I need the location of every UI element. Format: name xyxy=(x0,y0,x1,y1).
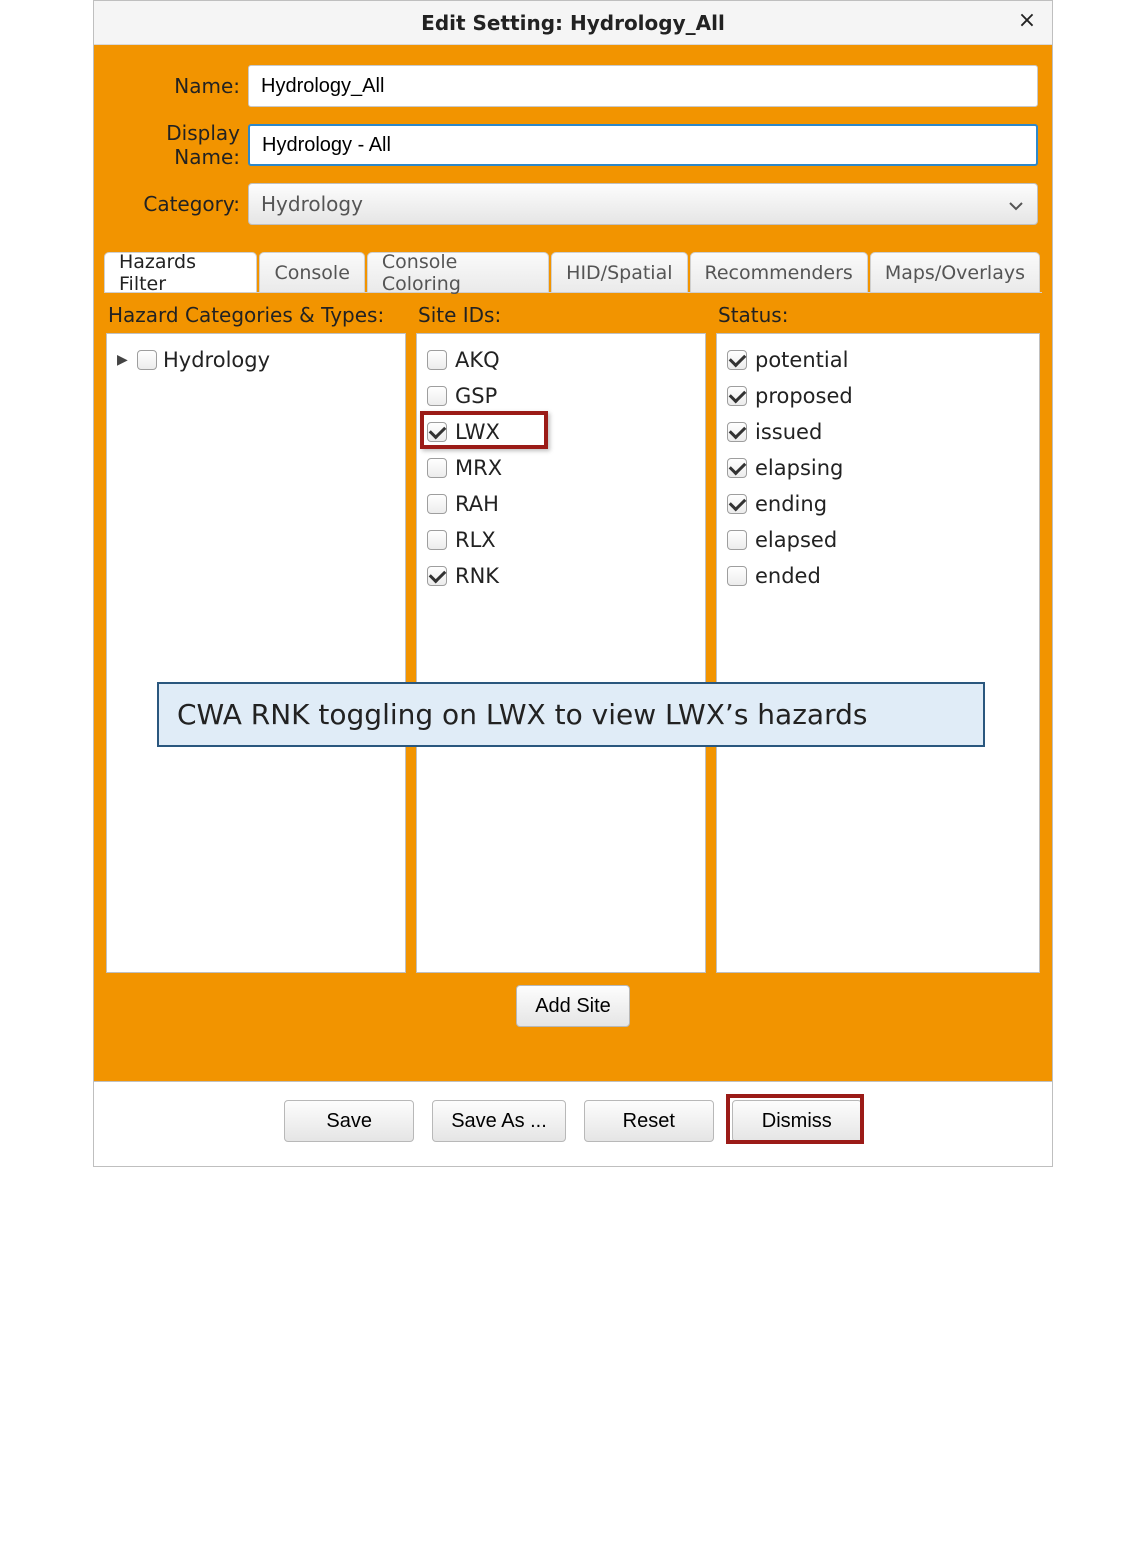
site-id-item[interactable]: RNK xyxy=(427,558,695,594)
status-item[interactable]: proposed xyxy=(727,378,1029,414)
name-input[interactable] xyxy=(248,65,1038,107)
site-id-checkbox[interactable] xyxy=(427,350,447,370)
status-label: proposed xyxy=(755,384,853,408)
site-id-item[interactable]: AKQ xyxy=(427,342,695,378)
add-site-button[interactable]: Add Site xyxy=(516,985,630,1027)
hazard-tree-item[interactable]: ▶ Hydrology xyxy=(117,342,395,378)
category-label: Category: xyxy=(108,192,248,216)
site-id-label: RNK xyxy=(455,564,499,588)
status-checkbox[interactable] xyxy=(727,530,747,550)
site-id-checkbox[interactable] xyxy=(427,458,447,478)
site-id-checkbox[interactable] xyxy=(427,494,447,514)
close-icon[interactable]: × xyxy=(1012,5,1042,35)
display-name-input[interactable] xyxy=(248,124,1038,166)
status-checkbox[interactable] xyxy=(727,422,747,442)
status-checkbox[interactable] xyxy=(727,566,747,586)
category-select[interactable]: Hydrology xyxy=(248,183,1038,225)
save-as-button[interactable]: Save As ... xyxy=(432,1100,566,1142)
status-item[interactable]: potential xyxy=(727,342,1029,378)
status-item[interactable]: ended xyxy=(727,558,1029,594)
site-ids-header: Site IDs: xyxy=(416,299,706,333)
site-id-label: GSP xyxy=(455,384,497,408)
expand-icon[interactable]: ▶ xyxy=(117,352,131,368)
status-checkbox[interactable] xyxy=(727,386,747,406)
hazards-filter-page: Hazard Categories & Types: ▶ Hydrology CW… xyxy=(104,293,1042,1071)
status-item[interactable]: issued xyxy=(727,414,1029,450)
status-list[interactable]: potential proposed issued elapsing ending ela… xyxy=(716,333,1040,973)
tab-hid-spatial[interactable]: HID/Spatial xyxy=(551,252,687,292)
tab-maps-overlays[interactable]: Maps/Overlays xyxy=(870,252,1040,292)
status-item[interactable]: elapsed xyxy=(727,522,1029,558)
name-label: Name: xyxy=(108,74,248,98)
display-name-label: Display Name: xyxy=(108,121,248,169)
site-id-item[interactable]: MRX xyxy=(427,450,695,486)
status-label: potential xyxy=(755,348,848,372)
hazard-types-list[interactable]: ▶Hydrology CWA RNK toggling on LWX to vi… xyxy=(106,333,406,973)
dialog-button-bar: Save Save As ... Reset Dismiss xyxy=(94,1081,1052,1166)
site-id-label: RLX xyxy=(455,528,496,552)
form-area: Name: Display Name: Category: Hydrology xyxy=(104,55,1042,253)
hazard-checkbox[interactable] xyxy=(137,350,157,370)
site-id-label: LWX xyxy=(455,420,500,444)
site-ids-list[interactable]: AKQ GSP LWX MRX RAH RLX RNK xyxy=(416,333,706,973)
tab-console-coloring[interactable]: Console Coloring xyxy=(367,252,549,292)
status-item[interactable]: ending xyxy=(727,486,1029,522)
status-item[interactable]: elapsing xyxy=(727,450,1029,486)
save-button[interactable]: Save xyxy=(284,1100,414,1142)
site-id-label: AKQ xyxy=(455,348,500,372)
status-column: Status: potential proposed issued elapsing e… xyxy=(716,299,1040,973)
hazard-label: Hydrology xyxy=(163,348,270,372)
status-label: issued xyxy=(755,420,822,444)
site-id-item[interactable]: GSP xyxy=(427,378,695,414)
status-label: ended xyxy=(755,564,821,588)
edit-setting-window: Edit Setting: Hydrology_All × Name: Disp… xyxy=(93,0,1053,1167)
site-id-checkbox[interactable] xyxy=(427,530,447,550)
tab-hazards-filter[interactable]: Hazards Filter xyxy=(104,252,257,292)
tab-recommenders[interactable]: Recommenders xyxy=(690,252,868,292)
status-header: Status: xyxy=(716,299,1040,333)
tab-bar: Hazards Filter Console Console Coloring … xyxy=(104,253,1042,293)
status-checkbox[interactable] xyxy=(727,494,747,514)
site-id-checkbox[interactable] xyxy=(427,386,447,406)
site-id-label: MRX xyxy=(455,456,502,480)
dismiss-button[interactable]: Dismiss xyxy=(732,1100,862,1142)
window-title: Edit Setting: Hydrology_All xyxy=(421,11,725,35)
status-label: elapsing xyxy=(755,456,843,480)
status-checkbox[interactable] xyxy=(727,458,747,478)
category-value: Hydrology xyxy=(261,192,363,216)
client-area: Name: Display Name: Category: Hydrology … xyxy=(94,45,1052,1081)
site-id-item[interactable]: RLX xyxy=(427,522,695,558)
site-id-checkbox[interactable] xyxy=(427,566,447,586)
site-id-item[interactable]: LWX xyxy=(427,414,695,450)
tab-console[interactable]: Console xyxy=(259,252,364,292)
dropdown-icon xyxy=(1009,192,1023,216)
status-label: elapsed xyxy=(755,528,837,552)
status-label: ending xyxy=(755,492,827,516)
reset-button[interactable]: Reset xyxy=(584,1100,714,1142)
site-id-label: RAH xyxy=(455,492,499,516)
titlebar: Edit Setting: Hydrology_All × xyxy=(94,1,1052,45)
status-checkbox[interactable] xyxy=(727,350,747,370)
site-id-item[interactable]: RAH xyxy=(427,486,695,522)
site-id-checkbox[interactable] xyxy=(427,422,447,442)
hazard-types-header: Hazard Categories & Types: xyxy=(106,299,406,333)
site-ids-column: Site IDs: AKQ GSP LWX MRX RAH RLX RNK xyxy=(416,299,706,973)
annotation-callout: CWA RNK toggling on LWX to view LWX’s ha… xyxy=(157,682,985,747)
hazard-types-column: Hazard Categories & Types: ▶Hydrology CW… xyxy=(106,299,406,973)
